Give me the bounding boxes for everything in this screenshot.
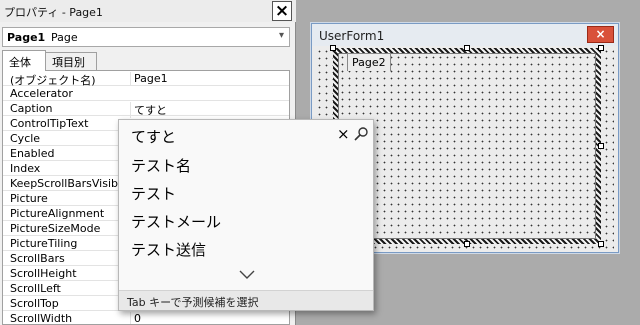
property-name: KeepScrollBarsVisib xyxy=(10,177,118,190)
properties-title: プロパティ - Page1 xyxy=(4,6,103,19)
property-name: Caption xyxy=(10,102,53,115)
chevron-down-icon[interactable] xyxy=(237,269,257,281)
property-name: Picture xyxy=(10,192,48,205)
resize-handle[interactable] xyxy=(598,241,604,247)
properties-title-bar[interactable]: プロパティ - Page1 × xyxy=(0,0,296,22)
property-name: ControlTipText xyxy=(10,117,89,130)
ime-candidate[interactable]: テスト名 xyxy=(131,155,191,176)
ime-candidate[interactable]: てすと xyxy=(131,126,176,147)
ime-footer: Tab キーで予測候補を選択 xyxy=(119,290,373,310)
resize-handle[interactable] xyxy=(464,241,470,247)
close-icon[interactable]: × xyxy=(337,125,350,143)
property-row[interactable]: Accelerator xyxy=(3,86,289,101)
ime-candidate[interactable]: テストメール xyxy=(131,211,221,232)
chevron-down-icon[interactable]: ▾ xyxy=(279,30,284,41)
resize-handle[interactable] xyxy=(598,143,604,149)
userform-close-button[interactable]: × xyxy=(587,26,614,43)
object-selector[interactable]: Page1 Page ▾ xyxy=(2,27,290,47)
property-name: PictureSizeMode xyxy=(10,222,101,235)
close-button[interactable]: × xyxy=(272,1,292,21)
property-row[interactable]: Caption てすと xyxy=(3,101,289,118)
resize-handle[interactable] xyxy=(464,45,470,51)
userform-title-bar[interactable]: UserForm1 × xyxy=(312,24,618,46)
property-name: ScrollBars xyxy=(10,252,65,265)
ime-prediction-popup: てすとテスト名テストテストメール テスト送信 × Tab キーで予測候補を選択 xyxy=(118,119,374,311)
multipage-control[interactable] xyxy=(338,53,596,239)
property-name: PictureAlignment xyxy=(10,207,105,220)
property-value[interactable]: 0 xyxy=(130,312,286,324)
object-type: Page xyxy=(51,31,78,44)
property-name: ScrollHeight xyxy=(10,267,77,280)
ime-candidate[interactable]: テスト送信 xyxy=(131,239,206,260)
resize-handle[interactable] xyxy=(598,45,604,51)
object-name: Page1 xyxy=(7,31,46,44)
resize-handle[interactable] xyxy=(330,45,336,51)
property-row[interactable]: ScrollWidth 0 xyxy=(3,311,289,325)
property-name: PictureTiling xyxy=(10,237,78,250)
property-name: Accelerator xyxy=(10,87,73,100)
userform-title: UserForm1 xyxy=(319,29,385,43)
ime-candidate[interactable]: テスト xyxy=(131,183,176,204)
property-name: ScrollWidth xyxy=(10,312,73,325)
tab-alphabetic[interactable]: 全体 xyxy=(2,50,46,71)
tab-categorized[interactable]: 項目別 xyxy=(45,52,97,70)
property-name: Index xyxy=(10,162,41,175)
property-value[interactable]: Page1 xyxy=(130,72,286,85)
property-name: ScrollTop xyxy=(10,297,59,310)
property-name: Cycle xyxy=(10,132,41,145)
property-name: Enabled xyxy=(10,147,55,160)
property-row[interactable]: (オブジェクト名) Page1 xyxy=(3,71,289,87)
ime-footer-hint: Tab キーで予測候補を選択 xyxy=(127,296,259,309)
property-name: ScrollLeft xyxy=(10,282,61,295)
search-icon[interactable] xyxy=(352,126,370,142)
multipage-tab-page2[interactable]: Page2 xyxy=(347,53,391,71)
